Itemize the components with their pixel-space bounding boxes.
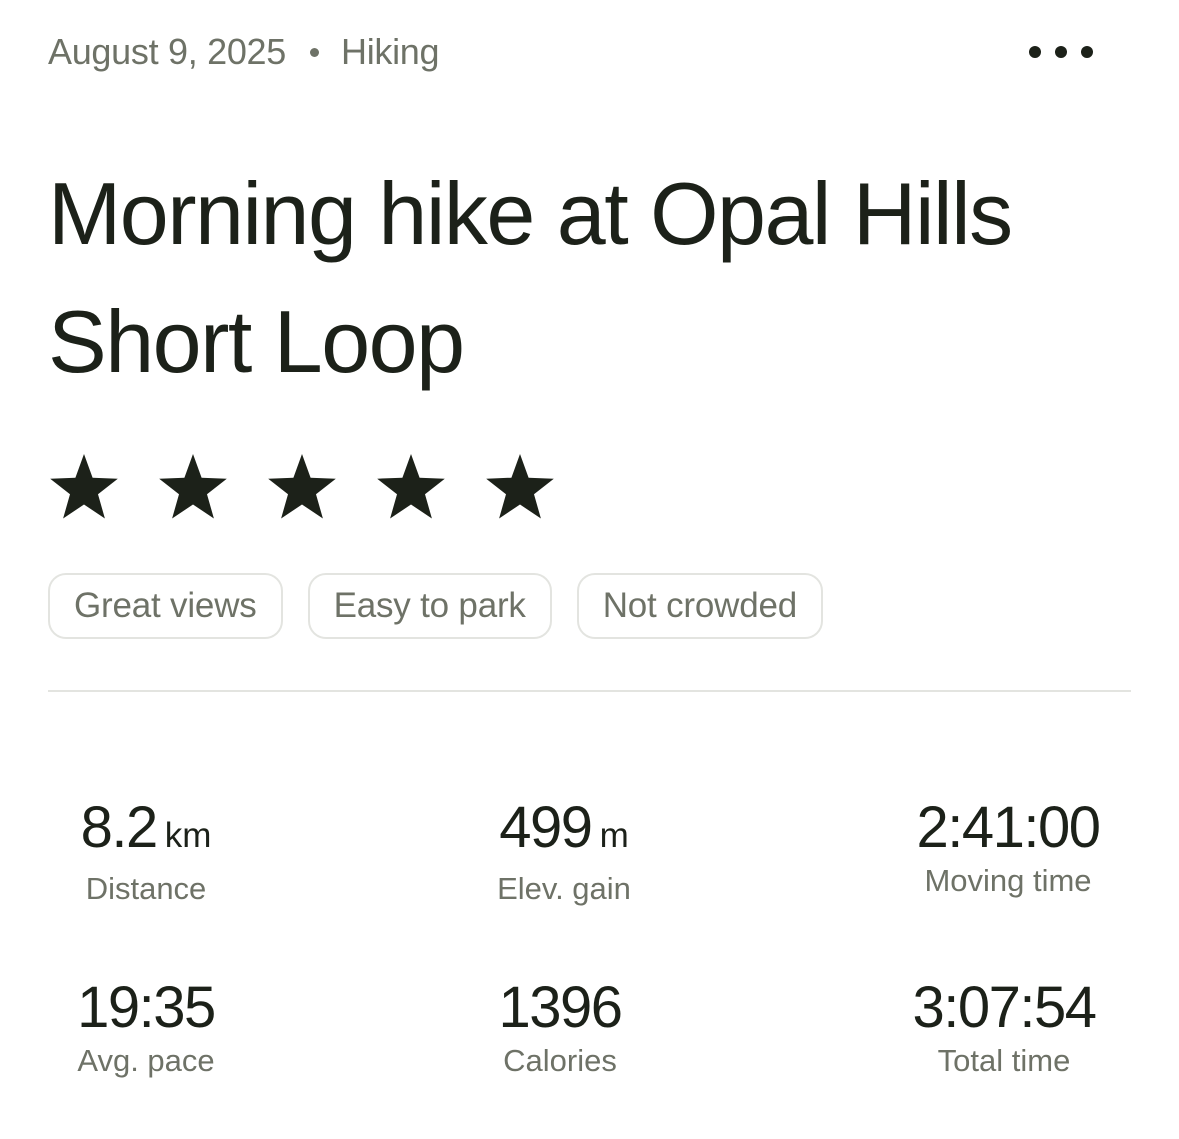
stat-distance: 8.2 km Distance [0, 795, 296, 909]
stat-number: 19:35 [77, 975, 216, 1040]
stat-value: 1396 [410, 975, 710, 1041]
activity-meta: August 9, 2025 Hiking [48, 31, 440, 73]
activity-title: Morning hike at Opal Hills Short Loop [48, 164, 1013, 391]
more-dot [1081, 46, 1093, 58]
activity-type: Hiking [341, 31, 440, 72]
more-dot [1029, 46, 1041, 58]
tag-not-crowded[interactable]: Not crowded [576, 573, 824, 639]
activity-tags: Great views Easy to park Not crowded [48, 573, 824, 639]
stat-total-time: 3:07:54 Total time [854, 975, 1154, 1081]
stat-label: Calories [503, 1043, 617, 1078]
stat-number: 3:07:54 [912, 975, 1097, 1040]
stat-label: Total time [937, 1043, 1071, 1078]
stat-number: 8.2 [80, 795, 159, 860]
star-icon[interactable] [484, 452, 556, 522]
stat-value: 2:41:00 [858, 795, 1158, 861]
tag-easy-to-park[interactable]: Easy to park [307, 573, 552, 639]
activity-date: August 9, 2025 [48, 31, 286, 72]
star-icon[interactable] [266, 452, 338, 522]
stat-avg-pace: 19:35 Avg. pace [0, 975, 296, 1081]
stat-value: 8.2 km [0, 795, 296, 869]
stat-number: 499 [499, 795, 593, 860]
stat-number: 2:41:00 [916, 795, 1101, 860]
stat-value: 499 m [414, 795, 714, 869]
activity-header: August 9, 2025 Hiking [48, 28, 1131, 76]
stat-value: 3:07:54 [854, 975, 1154, 1041]
stat-label: Distance [85, 871, 207, 906]
stat-label: Moving time [924, 863, 1092, 898]
star-rating[interactable] [48, 452, 556, 522]
stat-unit: m [599, 816, 629, 855]
star-icon[interactable] [157, 452, 229, 522]
star-icon[interactable] [48, 452, 120, 522]
stat-number: 1396 [498, 975, 623, 1040]
stat-elevation-gain: 499 m Elev. gain [414, 795, 714, 909]
stat-label: Elev. gain [497, 871, 631, 906]
stat-label: Avg. pace [77, 1043, 215, 1078]
tag-great-views[interactable]: Great views [48, 573, 283, 639]
stat-unit: km [164, 816, 212, 855]
more-dot [1055, 46, 1067, 58]
stat-value: 19:35 [0, 975, 296, 1041]
section-divider [48, 690, 1131, 692]
star-icon[interactable] [375, 452, 447, 522]
stat-moving-time: 2:41:00 Moving time [858, 795, 1158, 901]
stat-calories: 1396 Calories [410, 975, 710, 1081]
more-options-icon[interactable] [1029, 36, 1093, 68]
separator-dot [310, 47, 319, 57]
